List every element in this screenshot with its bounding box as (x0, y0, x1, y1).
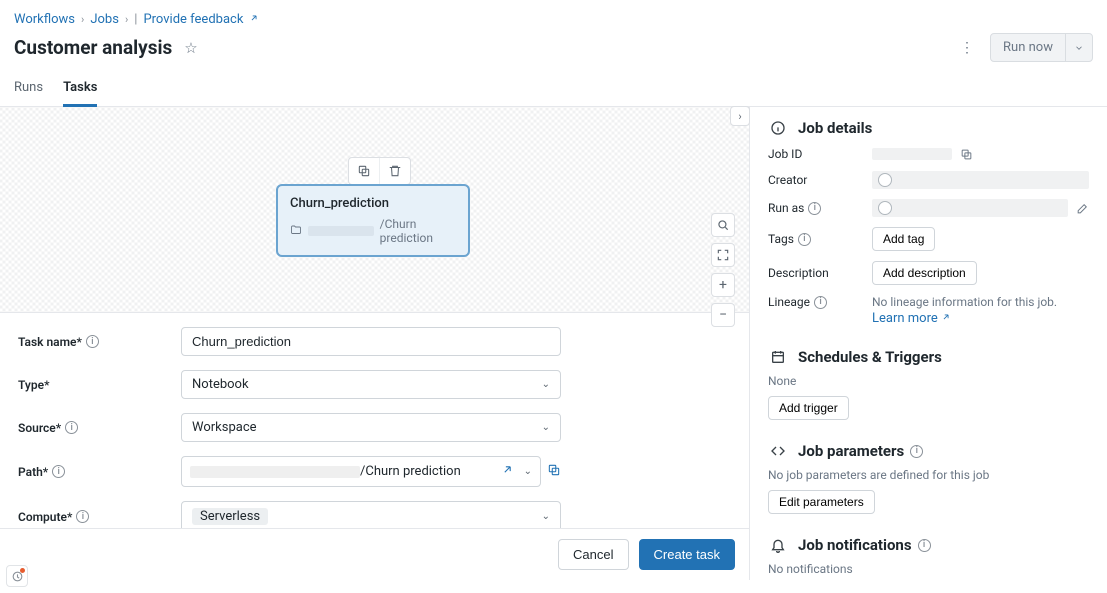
run-now-group: Run now (990, 33, 1093, 62)
breadcrumb: Workflows › Jobs › | Provide feedback (0, 0, 1107, 33)
chevron-down-icon: ⌄ (542, 379, 550, 390)
add-trigger-button[interactable]: Add trigger (768, 396, 849, 420)
job-details-title: Job details (798, 119, 1089, 137)
info-icon[interactable]: i (808, 202, 821, 215)
job-parameters-message: No job parameters are defined for this j… (768, 468, 989, 482)
task-graph-canvas[interactable]: › Churn_prediction /Churn prediction (0, 107, 749, 313)
type-select[interactable]: Notebook⌄ (181, 370, 561, 399)
zoom-out-icon[interactable]: − (711, 303, 735, 327)
job-id-label: Job ID (768, 147, 872, 161)
task-node-path-suffix: /Churn prediction (380, 217, 456, 245)
tags-label: Tags (768, 232, 794, 246)
page-title: Customer analysis (14, 36, 172, 59)
schedules-none: None (768, 374, 796, 388)
chevron-down-icon: ⌄ (542, 422, 550, 433)
external-link-icon[interactable] (501, 463, 514, 480)
activity-icon[interactable] (6, 565, 28, 587)
zoom-in-icon[interactable]: + (711, 273, 735, 297)
learn-more-link[interactable]: Learn more (872, 311, 951, 326)
title-bar: Customer analysis ☆ ⋮ Run now (0, 33, 1107, 72)
code-icon (768, 443, 788, 459)
redacted-user (872, 199, 1068, 217)
node-toolbar (348, 157, 411, 185)
source-label: Source* (18, 421, 61, 435)
cancel-button[interactable]: Cancel (558, 539, 628, 570)
task-node-path: /Churn prediction (290, 217, 456, 245)
info-icon[interactable]: i (910, 445, 923, 458)
chevron-down-icon[interactable]: ⌄ (524, 466, 532, 477)
run-now-button[interactable]: Run now (991, 34, 1066, 61)
info-icon[interactable]: i (52, 465, 65, 478)
folder-icon (290, 224, 302, 239)
kebab-menu-icon[interactable]: ⋮ (954, 34, 980, 62)
job-notifications-title: Job notifications (798, 536, 912, 554)
edit-parameters-button[interactable]: Edit parameters (768, 490, 875, 514)
collapse-sidebar-handle[interactable]: › (730, 106, 750, 126)
canvas-controls: + − (711, 213, 735, 327)
schedules-title: Schedules & Triggers (798, 348, 1089, 366)
task-node-title: Churn_prediction (290, 196, 456, 211)
chevron-right-icon: › (81, 13, 84, 26)
info-icon[interactable]: i (918, 539, 931, 552)
job-notifications-message: No notifications (768, 562, 853, 576)
form-footer: Cancel Create task (0, 528, 749, 580)
info-icon[interactable]: i (65, 421, 78, 434)
copy-icon[interactable] (960, 148, 973, 161)
trash-icon[interactable] (379, 158, 410, 184)
run-now-dropdown[interactable] (1066, 34, 1092, 61)
search-icon[interactable] (711, 213, 735, 237)
lineage-label: Lineage (768, 295, 810, 309)
breadcrumb-workflows[interactable]: Workflows (14, 12, 75, 27)
source-select[interactable]: Workspace⌄ (181, 413, 561, 442)
redacted-text (872, 148, 952, 160)
description-label: Description (768, 266, 872, 280)
bell-icon (768, 537, 788, 553)
redacted-text (190, 466, 360, 478)
info-icon[interactable]: i (86, 335, 99, 348)
type-label: Type* (18, 378, 181, 392)
create-task-button[interactable]: Create task (639, 539, 735, 570)
breadcrumb-jobs[interactable]: Jobs (90, 12, 119, 27)
info-icon[interactable]: i (76, 510, 89, 523)
info-icon[interactable]: i (814, 296, 827, 309)
user-icon (878, 201, 892, 215)
task-name-input[interactable] (181, 327, 561, 356)
user-icon (878, 173, 892, 187)
calendar-icon (768, 349, 788, 365)
duplicate-icon[interactable] (349, 158, 379, 184)
tab-runs[interactable]: Runs (14, 72, 43, 106)
breadcrumb-separator: | (134, 12, 137, 27)
task-form: Task name* i Type* Notebook⌄ Source* i Wor… (0, 313, 749, 528)
task-node-churn-prediction[interactable]: Churn_prediction /Churn prediction (276, 184, 470, 257)
task-name-label: Task name* (18, 335, 82, 349)
redacted-text (308, 226, 374, 236)
edit-icon[interactable] (1076, 202, 1089, 215)
add-description-button[interactable]: Add description (872, 261, 977, 285)
tabs: Runs Tasks (0, 72, 1107, 107)
chevron-down-icon: ⌄ (542, 511, 550, 522)
job-details-panel: Job details Job ID Creator Run as i (749, 107, 1107, 580)
add-tag-button[interactable]: Add tag (872, 227, 935, 251)
tab-tasks[interactable]: Tasks (63, 72, 97, 107)
fullscreen-icon[interactable] (711, 243, 735, 267)
lineage-message: No lineage information for this job. (872, 295, 1057, 309)
creator-label: Creator (768, 173, 872, 187)
compute-label: Compute* (18, 510, 72, 524)
path-suffix: /Churn prediction (360, 464, 461, 479)
job-parameters-title: Job parameters (798, 442, 904, 460)
redacted-user (872, 171, 1089, 189)
run-as-label: Run as (768, 201, 804, 215)
copy-icon[interactable] (547, 463, 561, 481)
path-input[interactable]: /Churn prediction ⌄ (181, 456, 541, 487)
info-icon (768, 120, 788, 136)
compute-select[interactable]: Serverless⌄ (181, 501, 561, 528)
chevron-right-icon: › (125, 13, 128, 26)
info-icon[interactable]: i (798, 233, 811, 246)
provide-feedback-link[interactable]: Provide feedback (143, 12, 258, 27)
path-label: Path* (18, 465, 48, 479)
star-icon[interactable]: ☆ (184, 39, 197, 57)
notification-dot (20, 568, 25, 573)
